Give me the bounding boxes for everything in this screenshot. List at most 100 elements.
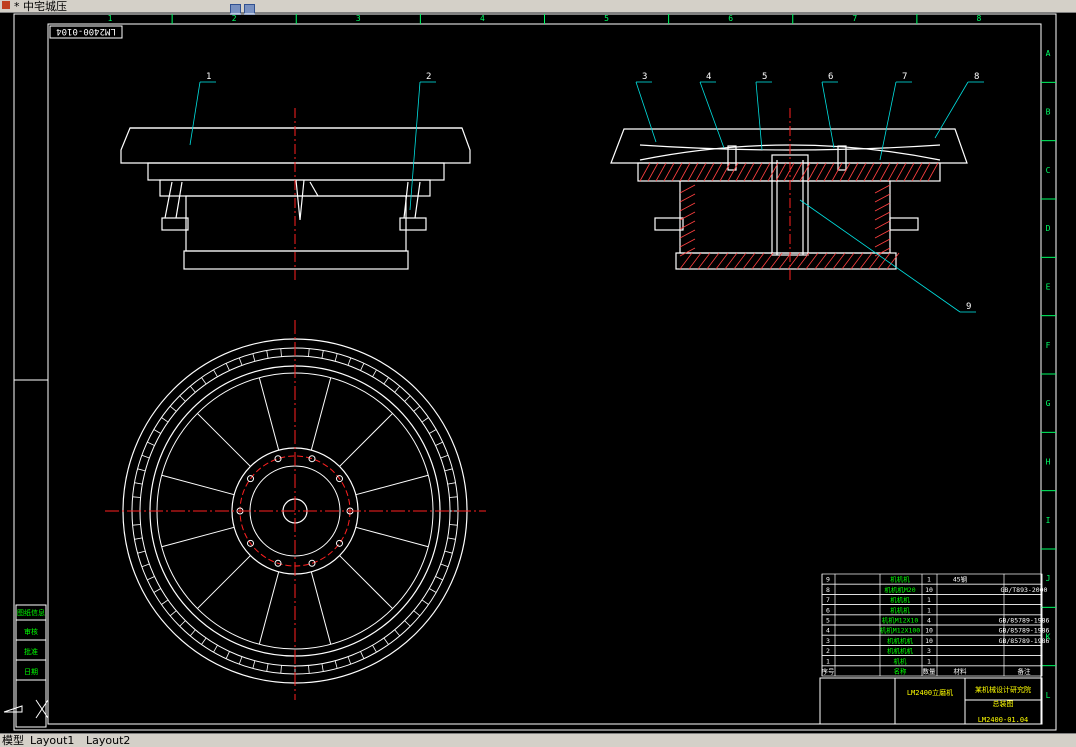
hatch-line bbox=[727, 162, 739, 182]
hatch-line bbox=[655, 162, 667, 182]
bom-cell: 1 bbox=[826, 657, 830, 665]
title-drawing-title: 总装图 bbox=[993, 699, 1014, 708]
rim-tooth bbox=[137, 550, 146, 554]
bom-cell: 材料 bbox=[954, 667, 968, 676]
stamp-text: LM2400-0104 bbox=[56, 26, 116, 36]
strip-label-0: 图纸信息 bbox=[17, 608, 45, 617]
hatch-line bbox=[679, 162, 691, 182]
bom-cell: 备注 bbox=[1018, 667, 1032, 676]
layout-tabs: 模型 Layout1 Layout2 bbox=[0, 733, 1076, 747]
hatch-line bbox=[919, 162, 931, 182]
spoke bbox=[310, 377, 332, 451]
column-label: 3 bbox=[356, 14, 361, 23]
hatch-line bbox=[733, 252, 747, 270]
hatch-line bbox=[903, 162, 915, 182]
spoke bbox=[197, 555, 251, 609]
row-label: C bbox=[1046, 166, 1051, 175]
callout-leader bbox=[755, 81, 763, 151]
row-zone-labels: ABCDEFGHIJKL bbox=[1041, 49, 1056, 700]
rim-tooth bbox=[189, 385, 196, 393]
callout-number: 9 bbox=[966, 302, 971, 312]
toolbar-buttons[interactable] bbox=[230, 0, 270, 15]
rim-tooth bbox=[321, 663, 324, 672]
drawing-canvas[interactable]: 12345678 ABCDEFGHIJKL LM2400-0104 1 2 3 … bbox=[0, 12, 1076, 732]
rim-tooth bbox=[161, 599, 169, 605]
column-label: 8 bbox=[977, 14, 982, 23]
bom-cell: 机机M12X10 bbox=[882, 616, 919, 625]
rim-tooth bbox=[413, 610, 421, 617]
bom-cell: 机机机 bbox=[890, 605, 910, 614]
hatch-line bbox=[823, 252, 837, 270]
bom-cell: 名称 bbox=[894, 667, 908, 676]
callout-number: 1 bbox=[206, 72, 211, 82]
bom-cell: 10 bbox=[925, 586, 933, 594]
rim-tooth bbox=[404, 620, 411, 627]
rim-tooth bbox=[147, 576, 155, 581]
callout-number: 8 bbox=[974, 72, 979, 82]
rim-tooth bbox=[201, 377, 207, 385]
rim-tooth bbox=[421, 417, 429, 423]
hatch-line bbox=[807, 162, 819, 182]
tab-model[interactable]: 模型 bbox=[2, 734, 24, 747]
rim-tooth bbox=[372, 645, 377, 653]
hatch-line bbox=[679, 247, 696, 257]
hatch-line bbox=[687, 162, 699, 182]
hatch-line bbox=[679, 229, 696, 239]
bolt-hole bbox=[335, 539, 343, 547]
hatch-line bbox=[887, 162, 899, 182]
bom-cell: 1 bbox=[927, 596, 931, 604]
rim-tooth bbox=[238, 656, 243, 665]
rim-tooth bbox=[383, 377, 389, 385]
row-label: D bbox=[1046, 224, 1051, 233]
tab-layout2[interactable]: Layout2 bbox=[86, 734, 130, 747]
bom-cell: 4 bbox=[927, 617, 931, 625]
row-label: B bbox=[1046, 108, 1051, 117]
hatch-line bbox=[791, 162, 803, 182]
hatch-line bbox=[688, 252, 702, 270]
section-view bbox=[610, 128, 968, 270]
rim-tooth bbox=[280, 348, 282, 357]
bom-cell: 机机 bbox=[894, 656, 908, 665]
bom-cell: 1 bbox=[927, 657, 931, 665]
rim-tooth bbox=[169, 405, 177, 412]
rim-tooth bbox=[347, 357, 352, 366]
bom-cell: 机机M12X100 bbox=[880, 626, 920, 635]
callout-leader bbox=[821, 81, 835, 149]
rim-tooth bbox=[360, 651, 365, 659]
callout-leader bbox=[699, 81, 725, 149]
spoke bbox=[258, 377, 280, 451]
rim-tooth bbox=[435, 576, 443, 581]
hatch-line bbox=[855, 162, 867, 182]
hatch-line bbox=[735, 162, 747, 182]
hatch-line bbox=[874, 238, 891, 248]
tab-layout1[interactable]: Layout1 bbox=[30, 734, 74, 747]
hatch-line bbox=[697, 252, 711, 270]
bolt-hole bbox=[308, 455, 316, 463]
hatch-line bbox=[715, 252, 729, 270]
rim-tooth bbox=[141, 563, 150, 568]
rim-tooth bbox=[225, 651, 230, 659]
row-label: G bbox=[1046, 399, 1051, 408]
hatch-line bbox=[879, 162, 891, 182]
column-label: 4 bbox=[480, 14, 485, 23]
rim-tooth bbox=[421, 599, 429, 605]
hatch-line bbox=[663, 162, 675, 182]
bom-cell: 机机机机 bbox=[887, 636, 914, 645]
rim-tooth bbox=[321, 350, 324, 359]
title-drawing-no: LM2400-01.04 bbox=[978, 716, 1029, 724]
rim-tooth bbox=[141, 454, 150, 459]
hatch-line bbox=[671, 162, 683, 182]
rim-tooth bbox=[213, 369, 218, 377]
bom-cell: 2 bbox=[826, 647, 830, 655]
rim-tooth bbox=[334, 660, 338, 669]
hatch-line bbox=[832, 252, 846, 270]
part-callouts: 1 2 3 4 5 6 7 8 9 bbox=[189, 72, 984, 313]
column-label: 6 bbox=[728, 14, 733, 23]
bom-cell: 6 bbox=[826, 606, 830, 614]
rim-tooth bbox=[238, 357, 243, 366]
rim-tooth bbox=[383, 637, 389, 645]
bom-cell: 9 bbox=[826, 576, 830, 584]
rim-tooth bbox=[179, 620, 186, 627]
hatch-line bbox=[927, 162, 939, 182]
rim-tooth bbox=[252, 660, 256, 669]
